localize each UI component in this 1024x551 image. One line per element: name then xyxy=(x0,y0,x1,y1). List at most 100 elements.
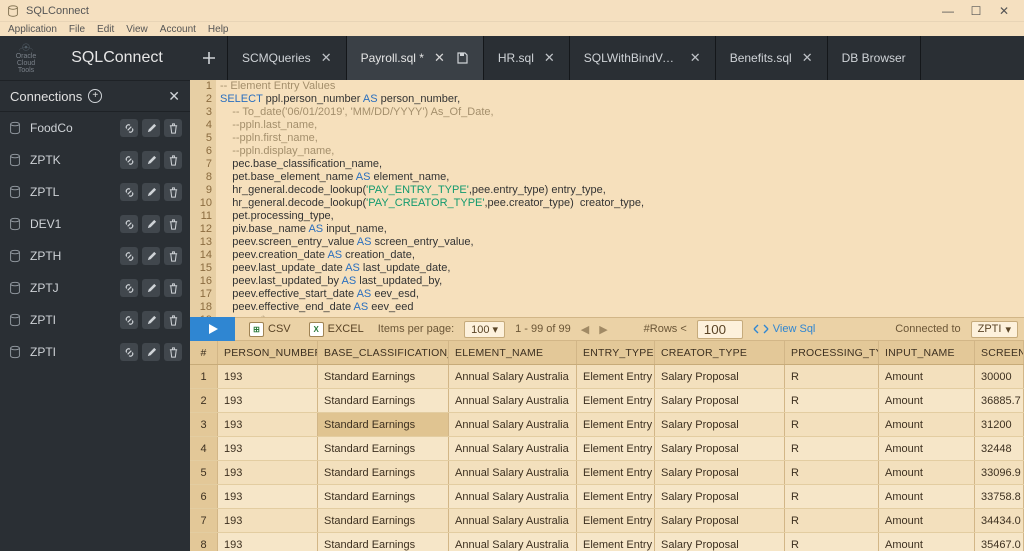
close-window-button[interactable]: ✕ xyxy=(990,4,1018,18)
close-tab-button[interactable]: ✕ xyxy=(434,50,445,66)
connect-button[interactable] xyxy=(120,151,138,169)
column-header[interactable]: INPUT_NAME xyxy=(879,341,975,364)
connect-button[interactable] xyxy=(120,343,138,361)
edit-connection-button[interactable] xyxy=(142,279,160,297)
cell: 33096.9 xyxy=(975,461,1024,484)
delete-connection-button[interactable] xyxy=(164,119,182,137)
tab[interactable]: SQLWithBindVaria...✕ xyxy=(570,36,716,80)
tab[interactable]: HR.sql✕ xyxy=(484,36,570,80)
column-header[interactable]: CREATOR_TYPE xyxy=(655,341,785,364)
column-header[interactable]: PROCESSING_TYPE xyxy=(785,341,879,364)
menu-file[interactable]: File xyxy=(69,24,85,35)
view-sql-label: View Sql xyxy=(773,323,816,335)
next-page-button[interactable]: ▶ xyxy=(599,323,607,336)
delete-connection-button[interactable] xyxy=(164,343,182,361)
delete-connection-button[interactable] xyxy=(164,279,182,297)
cell: Standard Earnings xyxy=(318,533,449,551)
database-icon xyxy=(8,345,22,359)
delete-connection-button[interactable] xyxy=(164,311,182,329)
edit-connection-button[interactable] xyxy=(142,215,160,233)
csv-icon: ⊞ xyxy=(249,322,264,337)
connect-button[interactable] xyxy=(120,247,138,265)
save-icon[interactable] xyxy=(455,51,469,65)
export-csv-button[interactable]: ⊞ CSV xyxy=(245,320,295,339)
cell: Annual Salary Australia xyxy=(449,389,577,412)
tab[interactable]: Benefits.sql✕ xyxy=(716,36,828,80)
code-area[interactable]: -- Element Entry ValuesSELECT ppl.person… xyxy=(216,80,1024,317)
column-header[interactable]: SCREEN_E xyxy=(975,341,1024,364)
connection-item[interactable]: FoodCo xyxy=(0,112,190,144)
minimize-button[interactable]: — xyxy=(934,4,962,18)
run-query-button[interactable] xyxy=(190,317,235,341)
rows-limit-input[interactable] xyxy=(697,320,743,339)
connection-item[interactable]: ZPTI xyxy=(0,336,190,368)
cell: Salary Proposal xyxy=(655,485,785,508)
table-row[interactable]: 6193Standard EarningsAnnual Salary Austr… xyxy=(190,485,1024,509)
edit-connection-button[interactable] xyxy=(142,247,160,265)
table-row[interactable]: 4193Standard EarningsAnnual Salary Austr… xyxy=(190,437,1024,461)
connect-button[interactable] xyxy=(120,279,138,297)
column-header[interactable]: # xyxy=(190,341,218,364)
cell: R xyxy=(785,533,879,551)
close-tab-button[interactable]: ✕ xyxy=(802,50,813,66)
prev-page-button[interactable]: ◀ xyxy=(581,323,589,336)
connection-item[interactable]: ZPTJ xyxy=(0,272,190,304)
connect-button[interactable] xyxy=(120,215,138,233)
column-header[interactable]: ENTRY_TYPE xyxy=(577,341,655,364)
edit-connection-button[interactable] xyxy=(142,183,160,201)
tab[interactable]: Payroll.sql *✕ xyxy=(347,36,484,80)
results-grid: #PERSON_NUMBERBASE_CLASSIFICATION_NAMEEL… xyxy=(190,341,1024,551)
collapse-connections-button[interactable]: ✕ xyxy=(168,88,180,105)
column-header[interactable]: ELEMENT_NAME xyxy=(449,341,577,364)
close-tab-button[interactable]: ✕ xyxy=(544,50,555,66)
table-row[interactable]: 2193Standard EarningsAnnual Salary Austr… xyxy=(190,389,1024,413)
delete-connection-button[interactable] xyxy=(164,215,182,233)
view-sql-button[interactable]: View Sql xyxy=(753,323,816,335)
delete-connection-button[interactable] xyxy=(164,247,182,265)
menu-help[interactable]: Help xyxy=(208,24,229,35)
table-row[interactable]: 5193Standard EarningsAnnual Salary Austr… xyxy=(190,461,1024,485)
table-row[interactable]: 3193Standard EarningsAnnual Salary Austr… xyxy=(190,413,1024,437)
table-row[interactable]: 8193Standard EarningsAnnual Salary Austr… xyxy=(190,533,1024,551)
cell: R xyxy=(785,389,879,412)
connection-item[interactable]: ZPTH xyxy=(0,240,190,272)
menu-edit[interactable]: Edit xyxy=(97,24,114,35)
connect-button[interactable] xyxy=(120,183,138,201)
new-tab-button[interactable] xyxy=(190,36,228,80)
menu-account[interactable]: Account xyxy=(160,24,196,35)
cell: 7 xyxy=(190,509,218,532)
maximize-button[interactable]: ☐ xyxy=(962,4,990,18)
connection-item[interactable]: ZPTK xyxy=(0,144,190,176)
delete-connection-button[interactable] xyxy=(164,183,182,201)
cell: R xyxy=(785,485,879,508)
menu-application[interactable]: Application xyxy=(8,24,57,35)
tab[interactable]: SCMQueries✕ xyxy=(228,36,347,80)
grid-body[interactable]: 1193Standard EarningsAnnual Salary Austr… xyxy=(190,365,1024,551)
cell: Annual Salary Australia xyxy=(449,413,577,436)
sql-editor[interactable]: 1234567891011121314151617181920212223 --… xyxy=(190,80,1024,317)
column-header[interactable]: PERSON_NUMBER xyxy=(218,341,318,364)
close-tab-button[interactable]: ✕ xyxy=(690,50,701,66)
table-row[interactable]: 7193Standard EarningsAnnual Salary Austr… xyxy=(190,509,1024,533)
connection-item[interactable]: DEV1 xyxy=(0,208,190,240)
edit-connection-button[interactable] xyxy=(142,119,160,137)
items-per-page-select[interactable]: 100 ▾ xyxy=(464,321,505,338)
edit-connection-button[interactable] xyxy=(142,343,160,361)
connect-button[interactable] xyxy=(120,311,138,329)
tab[interactable]: DB Browser xyxy=(828,36,921,80)
delete-connection-button[interactable] xyxy=(164,151,182,169)
column-header[interactable]: BASE_CLASSIFICATION_NAME xyxy=(318,341,449,364)
add-connection-button[interactable]: + xyxy=(88,89,102,103)
table-row[interactable]: 1193Standard EarningsAnnual Salary Austr… xyxy=(190,365,1024,389)
edit-connection-button[interactable] xyxy=(142,311,160,329)
close-tab-button[interactable]: ✕ xyxy=(321,50,332,66)
connection-item[interactable]: ZPTL xyxy=(0,176,190,208)
menu-view[interactable]: View xyxy=(126,24,148,35)
edit-connection-button[interactable] xyxy=(142,151,160,169)
connection-item[interactable]: ZPTI xyxy=(0,304,190,336)
connect-button[interactable] xyxy=(120,119,138,137)
cell: Annual Salary Australia xyxy=(449,485,577,508)
cell: Amount xyxy=(879,533,975,551)
connection-select[interactable]: ZPTI ▾ xyxy=(971,321,1018,338)
export-excel-button[interactable]: X EXCEL xyxy=(305,320,368,339)
